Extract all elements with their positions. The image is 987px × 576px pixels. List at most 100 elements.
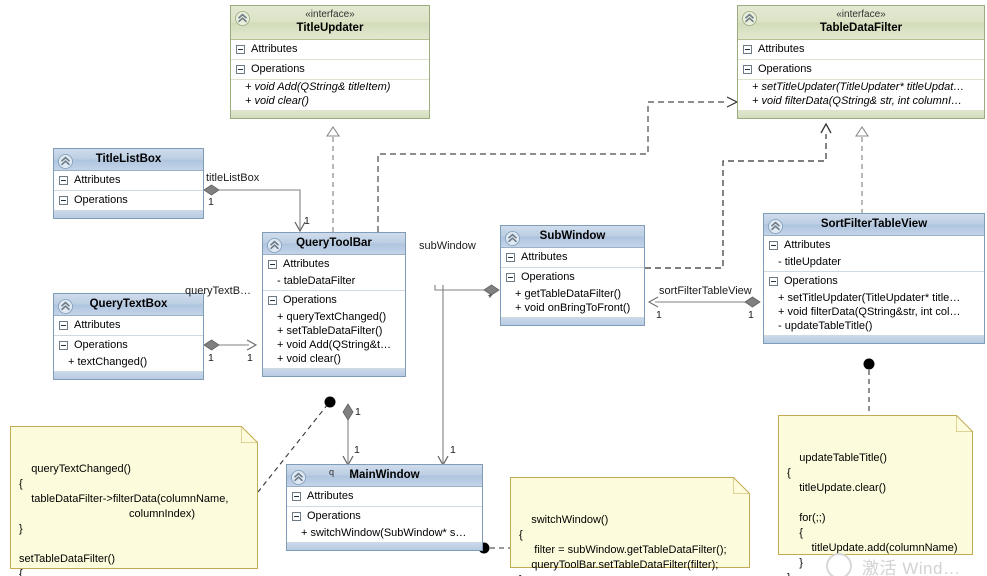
expand-box-icon[interactable] (292, 492, 301, 501)
collapse-chevron-icon[interactable] (235, 11, 250, 26)
expand-box-icon[interactable] (743, 65, 752, 74)
collapse-chevron-icon[interactable] (291, 470, 306, 485)
attributes-label: Attributes (74, 174, 121, 186)
operations-section-subwindow[interactable]: Operations (501, 268, 644, 287)
class-stereotype: «interface» (305, 9, 355, 20)
class-footer (764, 335, 984, 343)
edge-querytoolbar-aggregation-mainwindow (342, 403, 354, 467)
note-sortfiltertableview[interactable]: updateTableTitle() { titleUpdate.clear()… (778, 415, 973, 576)
edge-label-subwindow: subWindow (419, 240, 476, 252)
watermark-ring-icon (826, 553, 852, 576)
collapse-chevron-icon[interactable] (58, 299, 73, 314)
class-box-tabledatafilter[interactable]: «interface» TableDataFilter Attributes O… (737, 5, 985, 119)
edge-label-titlelistbox: titleListBox (206, 172, 260, 184)
attributes-section-titleupdater[interactable]: Attributes (231, 40, 429, 60)
edge-titlelistbox-aggregation-querytoolbar (203, 184, 306, 233)
edge-multiplicity-querytoolbar-mainwindow-source: 1 (355, 406, 361, 418)
collapse-chevron-icon[interactable] (267, 238, 282, 253)
operations-section-mainwindow[interactable]: Operations (287, 507, 482, 526)
operations-label: Operations (74, 194, 128, 206)
attributes-list-querytoolbar: - tableDataFilter (263, 274, 405, 291)
class-footer (501, 317, 644, 325)
operations-list-sortfiltertableview: + setTitleUpdater(TitleUpdater* title… +… (764, 291, 984, 335)
expand-box-icon[interactable] (506, 253, 515, 262)
operations-section-titlelistbox[interactable]: Operations (54, 191, 203, 210)
note-fold-corner-icon (956, 415, 973, 432)
expand-box-icon[interactable] (268, 296, 277, 305)
operations-label: Operations (74, 339, 128, 351)
collapse-chevron-icon[interactable] (768, 219, 783, 234)
note-fold-corner-icon (733, 477, 750, 494)
expand-box-icon[interactable] (268, 260, 277, 269)
collapse-chevron-icon[interactable] (742, 11, 757, 26)
operations-label: Operations (283, 294, 337, 306)
expand-box-icon[interactable] (236, 45, 245, 54)
operation-item: + void filterData(QString& str, int colu… (752, 95, 962, 107)
edge-querytoolbar-realizes-titleupdater (325, 126, 341, 232)
class-box-titleupdater[interactable]: «interface» TitleUpdater Attributes Oper… (230, 5, 430, 119)
operations-label: Operations (521, 271, 575, 283)
expand-box-icon[interactable] (769, 241, 778, 250)
class-header-titlelistbox: TitleListBox (54, 149, 203, 171)
class-box-subwindow[interactable]: SubWindow Attributes Operations + getTab… (500, 225, 645, 326)
expand-box-icon[interactable] (59, 196, 68, 205)
operations-section-querytoolbar[interactable]: Operations (263, 291, 405, 310)
class-footer (231, 110, 429, 118)
class-footer (263, 368, 405, 376)
operations-section-querytextbox[interactable]: Operations (54, 336, 203, 355)
note-mainwindow[interactable]: switchWindow() { filter = subWindow.getT… (510, 477, 750, 576)
attributes-section-tabledatafilter[interactable]: Attributes (738, 40, 984, 60)
operations-label: Operations (307, 510, 361, 522)
operations-label: Operations (251, 63, 305, 75)
attributes-section-sortfiltertableview[interactable]: Attributes (764, 236, 984, 255)
class-box-querytoolbar[interactable]: QueryToolBar Attributes - tableDataFilte… (262, 232, 406, 377)
note-fold-corner-icon (241, 426, 258, 443)
expand-box-icon[interactable] (506, 273, 515, 282)
operations-list-titleupdater: + void Add(QString& titleItem) + void cl… (231, 80, 429, 110)
class-header-mainwindow: q MainWindow (287, 465, 482, 487)
attributes-label: Attributes (251, 43, 298, 55)
attributes-section-subwindow[interactable]: Attributes (501, 248, 644, 268)
operation-item: + setTitleUpdater(TitleUpdater* title… (778, 292, 961, 304)
edge-multiplicity-sortfilter-source: 1 (656, 309, 662, 321)
collapse-chevron-icon[interactable] (58, 154, 73, 169)
edge-sortfiltertableview-realizes-tabledatafilter (854, 126, 870, 214)
attributes-section-mainwindow[interactable]: Attributes (287, 487, 482, 507)
class-box-sortfiltertableview[interactable]: SortFilterTableView Attributes - titleUp… (763, 213, 985, 344)
class-box-titlelistbox[interactable]: TitleListBox Attributes Operations (53, 148, 204, 219)
class-box-querytextbox[interactable]: QueryTextBox Attributes Operations + tex… (53, 293, 204, 380)
edge-multiplicity-querytoolbar-mainwindow-target: 1 (354, 444, 360, 456)
operations-section-sortfiltertableview[interactable]: Operations (764, 272, 984, 291)
expand-box-icon[interactable] (769, 277, 778, 286)
expand-box-icon[interactable] (236, 65, 245, 74)
expand-box-icon[interactable] (59, 176, 68, 185)
edge-subwindow-association-mainwindow (437, 285, 449, 467)
attributes-section-querytextbox[interactable]: Attributes (54, 316, 203, 336)
attributes-section-querytoolbar[interactable]: Attributes (263, 255, 405, 274)
class-box-mainwindow[interactable]: q MainWindow Attributes Operations + swi… (286, 464, 483, 551)
operation-item: + setTitleUpdater(TitleUpdater* titleUpd… (752, 81, 965, 93)
attributes-section-titlelistbox[interactable]: Attributes (54, 171, 203, 191)
note-text: queryTextChanged() { tableDataFilter->fi… (19, 463, 229, 576)
edge-multiplicity-titlelistbox-target: 1 (304, 215, 310, 227)
operations-label: Operations (758, 63, 812, 75)
attributes-list-sortfiltertableview: - titleUpdater (764, 255, 984, 272)
operation-item: + void filterData(QString&str, int col… (778, 306, 961, 318)
expand-box-icon[interactable] (743, 45, 752, 54)
operations-section-tabledatafilter[interactable]: Operations (738, 60, 984, 80)
edge-multiplicity-subwindow-target: * (488, 292, 493, 304)
operations-list-tabledatafilter: + setTitleUpdater(TitleUpdater* titleUpd… (738, 80, 984, 110)
operation-item: + void Add(QString&t… (277, 339, 392, 351)
class-header-tabledatafilter: «interface» TableDataFilter (738, 6, 984, 40)
expand-box-icon[interactable] (59, 341, 68, 350)
operations-section-titleupdater[interactable]: Operations (231, 60, 429, 80)
expand-box-icon[interactable] (59, 321, 68, 330)
attributes-label: Attributes (283, 258, 330, 270)
class-footer (738, 110, 984, 118)
note-querytoolbar[interactable]: queryTextChanged() { tableDataFilter->fi… (10, 426, 258, 576)
note-anchor-mainwindow (478, 542, 510, 554)
expand-box-icon[interactable] (292, 512, 301, 521)
collapse-chevron-icon[interactable] (505, 231, 520, 246)
class-name: MainWindow (349, 469, 420, 481)
class-header-subwindow: SubWindow (501, 226, 644, 248)
